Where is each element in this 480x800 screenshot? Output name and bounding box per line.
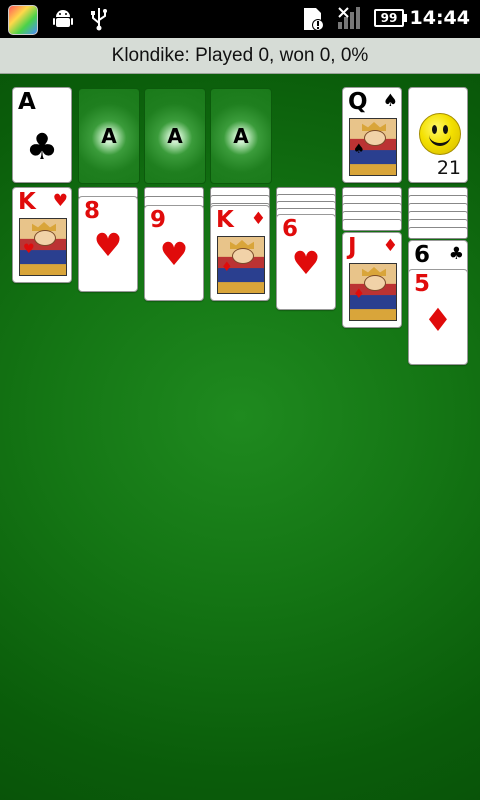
stock-pile[interactable]: 21 bbox=[408, 87, 468, 183]
diamonds-icon: ♦ bbox=[221, 260, 233, 275]
card-rank: J bbox=[348, 234, 357, 260]
card-rank: K bbox=[216, 207, 234, 233]
clubs-icon: ♣ bbox=[448, 244, 464, 264]
slot-label: A bbox=[167, 124, 183, 148]
slot-label: A bbox=[101, 124, 117, 148]
game-stats-title: Klondike: Played 0, won 0, 0% bbox=[111, 45, 369, 66]
face-down-card bbox=[408, 227, 468, 239]
foundation-1-card[interactable]: A ♣ bbox=[12, 87, 72, 183]
king-face-image: ♥ bbox=[19, 218, 67, 276]
tableau-1-card[interactable]: K ♥ ♥ bbox=[12, 187, 72, 283]
battery-tip bbox=[404, 14, 407, 22]
card-rank: 9 bbox=[150, 207, 167, 233]
sd-card-alert-icon bbox=[304, 8, 324, 31]
card-rank: K bbox=[18, 189, 36, 215]
card-rank: 6 bbox=[414, 242, 431, 268]
clubs-icon: ♣ bbox=[25, 127, 59, 168]
tableau-6-card[interactable]: J ♦ ♦ bbox=[342, 232, 402, 328]
foundation-2-slot[interactable]: A bbox=[78, 88, 140, 184]
game-title-bar: Klondike: Played 0, won 0, 0% bbox=[0, 38, 480, 74]
face-down-card bbox=[342, 219, 402, 231]
battery-level: 99 bbox=[380, 11, 398, 25]
stock-count: 21 bbox=[436, 157, 461, 179]
diamonds-icon: ♦ bbox=[353, 287, 365, 302]
diamonds-icon: ♦ bbox=[250, 209, 266, 229]
spades-icon: ♠ bbox=[382, 91, 398, 111]
king-face-image: ♦ bbox=[217, 236, 265, 294]
foundation-4-slot[interactable]: A bbox=[210, 88, 272, 184]
card-rank: A bbox=[18, 89, 36, 115]
card-rank: Q bbox=[348, 89, 368, 115]
android-icon bbox=[53, 10, 73, 27]
hearts-icon: ♥ bbox=[93, 226, 123, 264]
battery-icon: 99 bbox=[374, 9, 404, 27]
hearts-icon: ♥ bbox=[291, 244, 321, 282]
diamonds-icon: ♦ bbox=[382, 236, 398, 256]
hearts-icon: ♥ bbox=[159, 235, 189, 273]
waste-card[interactable]: Q ♠ ♠ bbox=[342, 87, 402, 183]
hearts-icon: ♥ bbox=[23, 242, 35, 257]
signal-icon bbox=[338, 7, 360, 29]
diamonds-icon: ♦ bbox=[423, 301, 453, 339]
slot-label: A bbox=[233, 124, 249, 148]
play-area[interactable] bbox=[0, 375, 480, 800]
tableau-3-card[interactable]: 9 ♥ bbox=[144, 205, 204, 301]
hearts-icon: ♥ bbox=[52, 191, 68, 211]
tableau-4-card[interactable]: K ♦ ♦ bbox=[210, 205, 270, 301]
queen-face-image: ♠ bbox=[349, 118, 397, 176]
clock: 14:44 bbox=[409, 7, 470, 29]
status-bar: 99 14:44 bbox=[0, 0, 480, 38]
tableau-5-card[interactable]: 6 ♥ bbox=[276, 214, 336, 310]
card-rank: 8 bbox=[84, 198, 101, 224]
tableau-2-card[interactable]: 8 ♥ bbox=[78, 196, 138, 292]
card-rank: 5 bbox=[414, 271, 431, 297]
smiley-face-icon bbox=[419, 113, 461, 155]
app-icon bbox=[8, 5, 38, 35]
tableau-7-card-2[interactable]: 5 ♦ bbox=[408, 269, 468, 365]
spades-icon: ♠ bbox=[353, 142, 365, 157]
usb-icon bbox=[91, 8, 107, 31]
card-rank: 6 bbox=[282, 216, 299, 242]
foundation-3-slot[interactable]: A bbox=[144, 88, 206, 184]
jack-face-image: ♦ bbox=[349, 263, 397, 321]
